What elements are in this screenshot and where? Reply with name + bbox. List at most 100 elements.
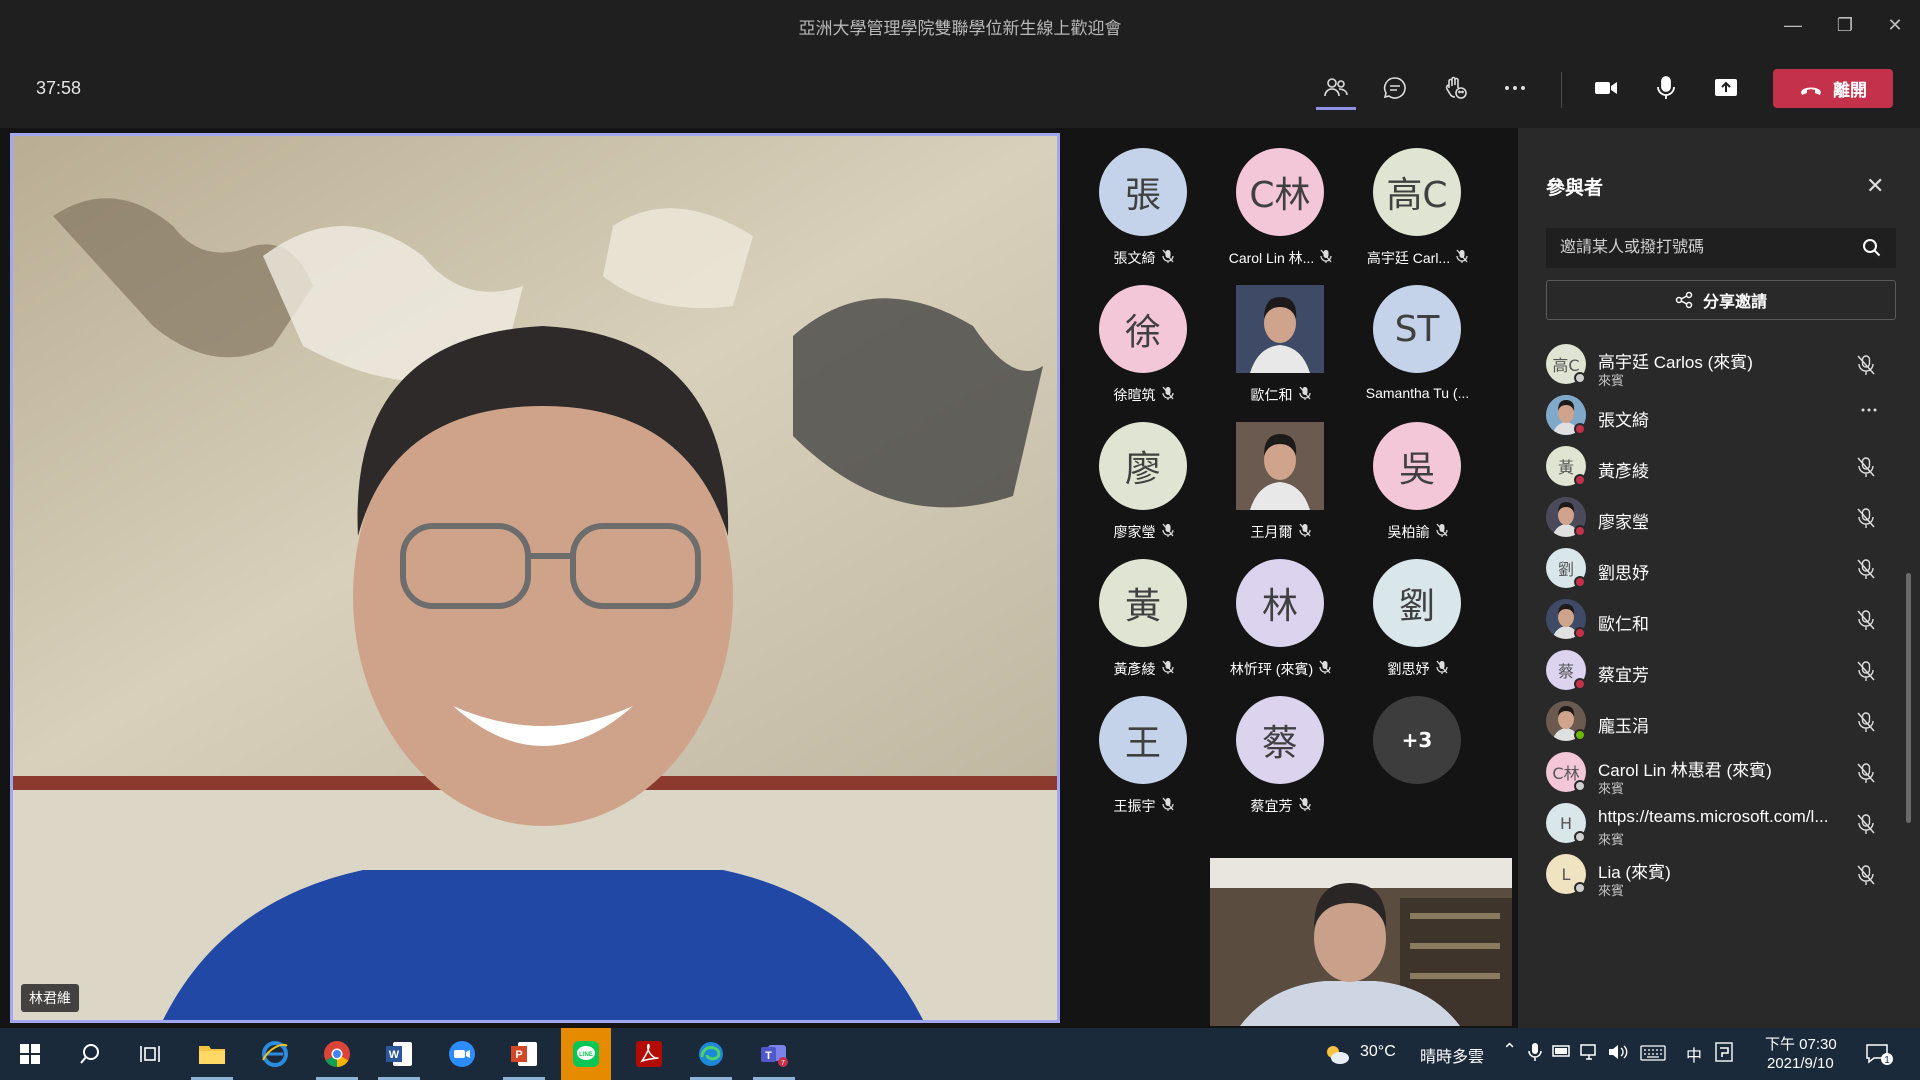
mic-off-icon[interactable] [1856,762,1876,789]
mic-off-icon [1298,386,1311,403]
close-window-button[interactable]: ✕ [1880,10,1910,40]
participant-row[interactable]: 歐仁和 [1546,593,1901,649]
clock-time[interactable]: 下午 07:30 [1765,1033,1837,1054]
keyboard-icon[interactable] [1640,1045,1666,1066]
reactions-icon[interactable] [1437,70,1473,106]
restore-button[interactable]: ❐ [1830,10,1860,40]
participant-tile[interactable]: 林林忻玶 (來賓) [1212,559,1349,696]
invite-input[interactable] [1546,228,1896,268]
participant-role: 來賓 [1598,883,1625,898]
word-icon[interactable]: W [374,1028,424,1080]
ime-indicator[interactable]: 中 [1686,1042,1702,1066]
hang-up-icon [1801,87,1821,95]
battery-icon[interactable] [1552,1044,1572,1063]
participant-row[interactable]: 廖家瑩 [1546,491,1901,547]
mic-off-icon[interactable] [1856,354,1876,381]
participant-tile[interactable]: 蔡蔡宜芳 [1212,696,1349,833]
mic-off-icon[interactable] [1856,660,1876,687]
participant-row[interactable]: 黃黃彥綾 [1546,440,1901,496]
mic-off-icon [1298,523,1311,540]
mic-off-icon[interactable] [1856,813,1876,840]
edge-icon[interactable] [686,1028,736,1080]
participant-tile[interactable]: 廖廖家瑩 [1075,422,1212,559]
svg-text:7: 7 [781,1060,785,1067]
people-icon[interactable] [1318,70,1354,106]
network-icon[interactable] [1580,1043,1600,1066]
participant-tile[interactable]: C林 Carol Lin 林... [1212,148,1349,285]
mic-off-icon[interactable] [1856,456,1876,483]
volume-icon[interactable] [1608,1043,1630,1066]
search-icon[interactable] [1862,238,1882,258]
search-icon[interactable] [65,1028,115,1080]
presence-status-icon [1574,831,1586,843]
participant-name: 黃彥綾 [1598,462,1649,481]
mic-tray-icon[interactable] [1528,1042,1542,1067]
close-panel-icon[interactable]: ✕ [1866,173,1884,199]
mic-off-icon[interactable] [1856,609,1876,636]
participant-tile[interactable]: 歐仁和 [1212,285,1349,422]
participant-row[interactable]: 蔡蔡宜芳 [1546,644,1901,700]
participant-tile[interactable]: 王月爾 [1212,422,1349,559]
participant-grid: 張張文綺 C林 Carol Lin 林... 高C 高宇廷 Carl... 徐徐暄筑 歐仁和… [1075,148,1485,828]
leave-button[interactable]: 離開 [1773,69,1893,108]
participant-name: 王振宇 [1113,798,1156,814]
mic-off-icon[interactable] [1856,864,1876,891]
participant-row[interactable]: C林 Carol Lin 林惠君 (來賓) 來賓 [1546,746,1901,802]
participants-panel: 參與者 ✕ 分享邀請 高C高宇廷 Carlos (來賓)來賓張文綺黃黃彥綾廖家瑩… [1518,128,1920,1028]
mic-off-icon [1435,523,1448,540]
share-screen-icon[interactable] [1708,70,1744,106]
notification-icon[interactable]: 1 [1865,1042,1893,1071]
participant-tile[interactable]: 王王振宇 [1075,696,1212,833]
participant-row[interactable]: 張文綺 [1546,389,1901,445]
line-icon[interactable]: LINE [561,1028,611,1080]
avatar: 林 [1236,559,1324,647]
powerpoint-icon[interactable]: P [499,1028,549,1080]
participant-tile[interactable]: 張張文綺 [1075,148,1212,285]
participant-row[interactable]: 龐玉涓 [1546,695,1901,751]
mic-off-icon[interactable] [1856,558,1876,585]
panel-scrollbar[interactable] [1906,573,1911,823]
ie-icon[interactable] [250,1028,300,1080]
task-view-icon[interactable] [125,1028,175,1080]
mic-off-icon[interactable] [1856,711,1876,738]
participant-name: 張文綺 [1598,411,1649,430]
zoom-icon[interactable] [437,1028,487,1080]
more-options-icon[interactable] [1860,401,1878,424]
weather-temp[interactable]: 30°C [1360,1043,1396,1061]
file-explorer-icon[interactable] [187,1028,237,1080]
participant-row[interactable]: 劉劉思妤 [1546,542,1901,598]
share-icon [1675,291,1693,309]
ime-mode-icon[interactable] [1715,1042,1733,1067]
participant-tile[interactable]: 高C 高宇廷 Carl... [1349,148,1486,285]
microphone-icon[interactable] [1648,70,1684,106]
participant-row[interactable]: L Lia (來賓) 來賓 [1546,848,1901,904]
start-icon[interactable] [5,1028,55,1080]
more-participants-button[interactable]: +3 [1373,696,1461,784]
mic-off-icon[interactable] [1856,507,1876,534]
participant-tile[interactable]: 黃黃彥綾 [1075,559,1212,696]
meeting-toolbar: 37:58 離開 [0,50,1920,125]
participant-tile[interactable]: 吳吳柏諭 [1349,422,1486,559]
participant-row[interactable]: 高C 高宇廷 Carlos (來賓) 來賓 [1546,338,1901,394]
teams-icon[interactable]: T7 [749,1028,799,1080]
weather-desc[interactable]: 晴時多雲 [1420,1043,1484,1067]
share-invite-button[interactable]: 分享邀請 [1546,280,1896,320]
self-video[interactable] [1210,858,1512,1026]
participant-tile[interactable]: 徐徐暄筑 [1075,285,1212,422]
speaker-video[interactable]: 林君維 [10,133,1060,1023]
windows-taskbar: W P LINE T7 30°C 晴時多雲 ⌃ 中 下午 07:30 2021/… [0,1028,1920,1080]
show-hidden-icons-icon[interactable]: ⌃ [1502,1040,1517,1061]
chrome-icon[interactable] [312,1028,362,1080]
minimize-button[interactable]: — [1778,10,1808,40]
chat-icon[interactable] [1377,70,1413,106]
more-options-icon[interactable] [1497,70,1533,106]
participant-tile[interactable]: 劉劉思妤 [1349,559,1486,696]
clock-date[interactable]: 2021/9/10 [1767,1055,1834,1072]
weather-icon[interactable] [1312,1028,1362,1080]
participant-label: 張文綺 [1075,248,1212,268]
participant-row[interactable]: Hhttps://teams.microsoft.com/l... 來賓 [1546,797,1901,853]
camera-icon[interactable] [1588,70,1624,106]
participant-tile[interactable]: +3 [1349,696,1486,833]
acrobat-icon[interactable] [624,1028,674,1080]
participant-tile[interactable]: ST Samantha Tu (... [1349,285,1486,422]
